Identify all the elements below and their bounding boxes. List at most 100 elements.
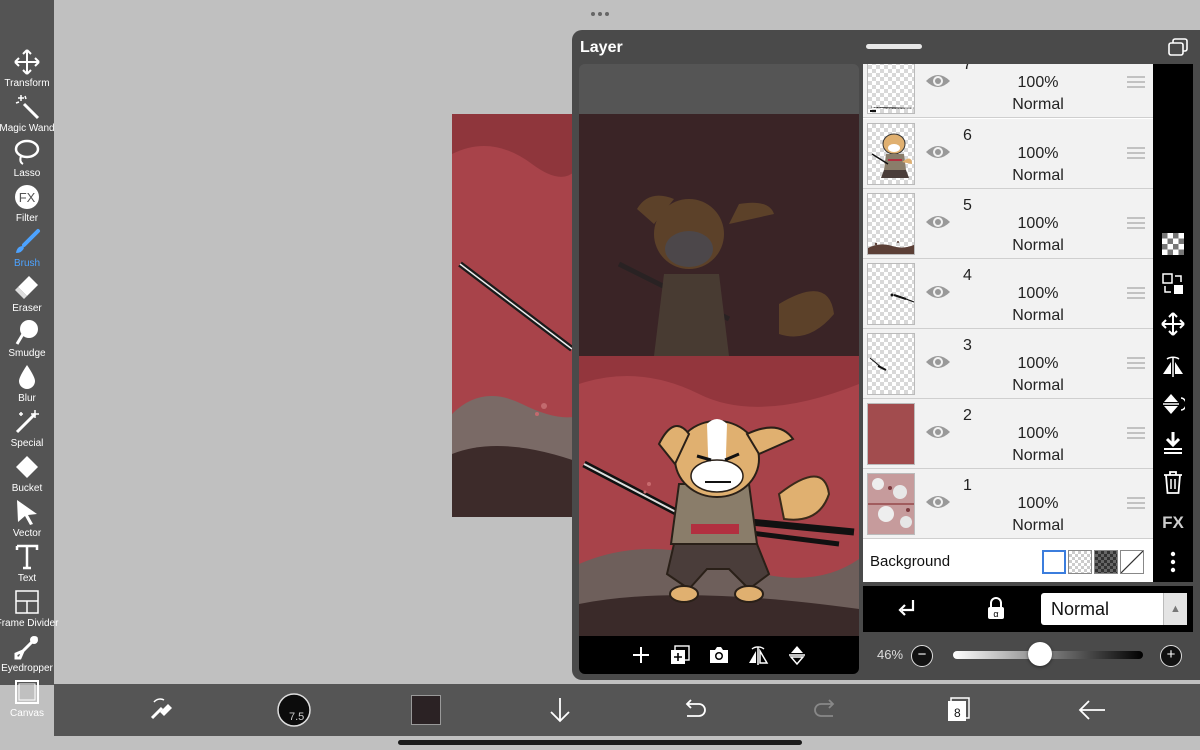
layer-blend-mode: Normal (1012, 377, 1064, 394)
tool-blur[interactable]: Blur (0, 361, 54, 406)
transform-icon (14, 49, 40, 75)
tool-frame-divider[interactable]: Frame Divider (0, 586, 58, 631)
tool-eraser[interactable]: Eraser (0, 271, 54, 316)
tool-magic-wand[interactable]: Magic Wand (0, 91, 55, 136)
select-layer-content-button[interactable] (1159, 270, 1187, 298)
tool-vector[interactable]: Vector (0, 496, 54, 541)
layers-button[interactable]: 8 (944, 690, 972, 730)
fx-icon: FX (1162, 513, 1184, 532)
visibility-eye-icon[interactable] (925, 353, 951, 371)
background-none-option[interactable] (1120, 550, 1144, 574)
reorder-handle-icon[interactable] (1127, 217, 1145, 229)
download-arrow-button[interactable] (546, 690, 574, 730)
layer-thumbnail (867, 64, 915, 114)
add-layer-button[interactable] (622, 636, 661, 674)
background-transparent-dark-option[interactable] (1094, 550, 1118, 574)
opacity-value: 46% (877, 647, 904, 662)
background-white-option[interactable] (1042, 550, 1066, 574)
layer-row-3[interactable]: 3 100% Normal (863, 329, 1153, 399)
visibility-eye-icon[interactable] (925, 143, 951, 161)
redo-button[interactable] (812, 690, 840, 730)
layer-thumbnail (867, 403, 915, 465)
camera-button[interactable] (700, 636, 739, 674)
layer-row-4[interactable]: 4 100% Normal (863, 259, 1153, 329)
tool-lasso[interactable]: Lasso (0, 136, 54, 181)
flip-layer-horizontal-button[interactable] (1159, 352, 1187, 380)
visibility-eye-icon[interactable] (925, 423, 951, 441)
plus-icon (633, 647, 649, 663)
flip-layer-vertical-button[interactable] (1159, 390, 1187, 418)
layer-row-2[interactable]: 2 100% Normal (863, 399, 1153, 469)
layer-number: 1 (963, 477, 972, 494)
chevron-up-icon: ▲ (1163, 593, 1187, 625)
layer-number: 7 (963, 64, 972, 73)
tool-label: Vector (12, 528, 42, 539)
layer-row-1[interactable]: 1 100% Normal (863, 469, 1153, 539)
tool-transform[interactable]: Transform (0, 46, 54, 91)
reorder-handle-icon[interactable] (1127, 497, 1145, 509)
background-transparent-light-option[interactable] (1068, 550, 1092, 574)
layer-preview (579, 64, 859, 636)
canvas-artwork[interactable] (452, 114, 584, 517)
opacity-increase-button[interactable]: + (1160, 645, 1182, 667)
tool-brush[interactable]: Brush (0, 226, 54, 271)
merge-down-button[interactable] (1159, 428, 1187, 456)
brush-size-button[interactable]: 7.5 (276, 690, 312, 730)
camera-icon (710, 647, 728, 663)
duplicate-layer-button[interactable] (661, 636, 700, 674)
reorder-handle-icon[interactable] (1127, 427, 1145, 439)
flip-vertical-button[interactable] (778, 636, 817, 674)
visibility-eye-icon[interactable] (925, 493, 951, 511)
layer-list: 7 100% Normal 6 100% Normal 5 100% Norma… (863, 64, 1153, 542)
tool-label: Frame Divider (0, 618, 59, 629)
transparency-lock-button[interactable] (1159, 230, 1187, 258)
bucket-icon (16, 456, 38, 478)
tool-eyedropper[interactable]: Eyedropper (0, 631, 54, 676)
delete-layer-button[interactable] (1159, 468, 1187, 496)
layer-row-7[interactable]: 7 100% Normal (863, 64, 1153, 118)
visibility-eye-icon[interactable] (925, 72, 951, 90)
alpha-lock-icon[interactable]: α (985, 597, 1007, 621)
tool-label: Text (17, 573, 37, 584)
more-vertical-icon (1170, 551, 1176, 573)
quick-tool-button[interactable] (144, 690, 180, 730)
layer-blend-mode: Normal (1012, 517, 1064, 534)
tool-filter[interactable]: FX Filter (0, 181, 54, 226)
layer-row-6[interactable]: 6 100% Normal (863, 119, 1153, 189)
opacity-decrease-button[interactable]: − (911, 645, 933, 667)
reorder-handle-icon[interactable] (1127, 287, 1145, 299)
layer-opacity: 100% (1017, 425, 1059, 442)
tool-label: Blur (18, 393, 36, 404)
window-toggle-icon[interactable] (1168, 38, 1188, 56)
back-button[interactable] (1076, 690, 1108, 730)
layer-blend-mode: Normal (1012, 96, 1064, 113)
opacity-slider-knob[interactable] (1028, 642, 1053, 666)
flip-horizontal-icon (1163, 356, 1183, 377)
visibility-eye-icon[interactable] (925, 283, 951, 301)
layer-number: 4 (963, 267, 972, 284)
blend-mode-select[interactable]: Normal ▲ (1041, 593, 1187, 625)
tool-smudge[interactable]: Smudge (0, 316, 54, 361)
svg-text:α: α (993, 609, 998, 619)
panel-drag-handle[interactable] (866, 44, 922, 49)
layer-more-button[interactable] (1159, 548, 1187, 576)
reorder-handle-icon[interactable] (1127, 147, 1145, 159)
more-dots-icon[interactable] (590, 11, 610, 17)
visibility-eye-icon[interactable] (925, 213, 951, 231)
layer-fx-button[interactable]: FX (1159, 508, 1187, 536)
tool-special[interactable]: Special (0, 406, 54, 451)
layer-row-5[interactable]: 5 100% Normal (863, 189, 1153, 259)
flip-horizontal-button[interactable] (739, 636, 778, 674)
reorder-handle-icon[interactable] (1127, 357, 1145, 369)
undo-button[interactable] (680, 690, 708, 730)
move-layer-button[interactable] (1159, 310, 1187, 338)
tool-bucket[interactable]: Bucket (0, 451, 54, 496)
tool-canvas[interactable]: Canvas (0, 676, 54, 721)
color-swatch-button[interactable] (410, 690, 442, 730)
move-icon (1161, 312, 1185, 336)
reorder-handle-icon[interactable] (1127, 76, 1145, 88)
layer-number: 6 (963, 127, 972, 144)
layer-number: 3 (963, 337, 972, 354)
tool-text[interactable]: Text (0, 541, 54, 586)
clipping-arrow-icon[interactable] (897, 598, 917, 620)
